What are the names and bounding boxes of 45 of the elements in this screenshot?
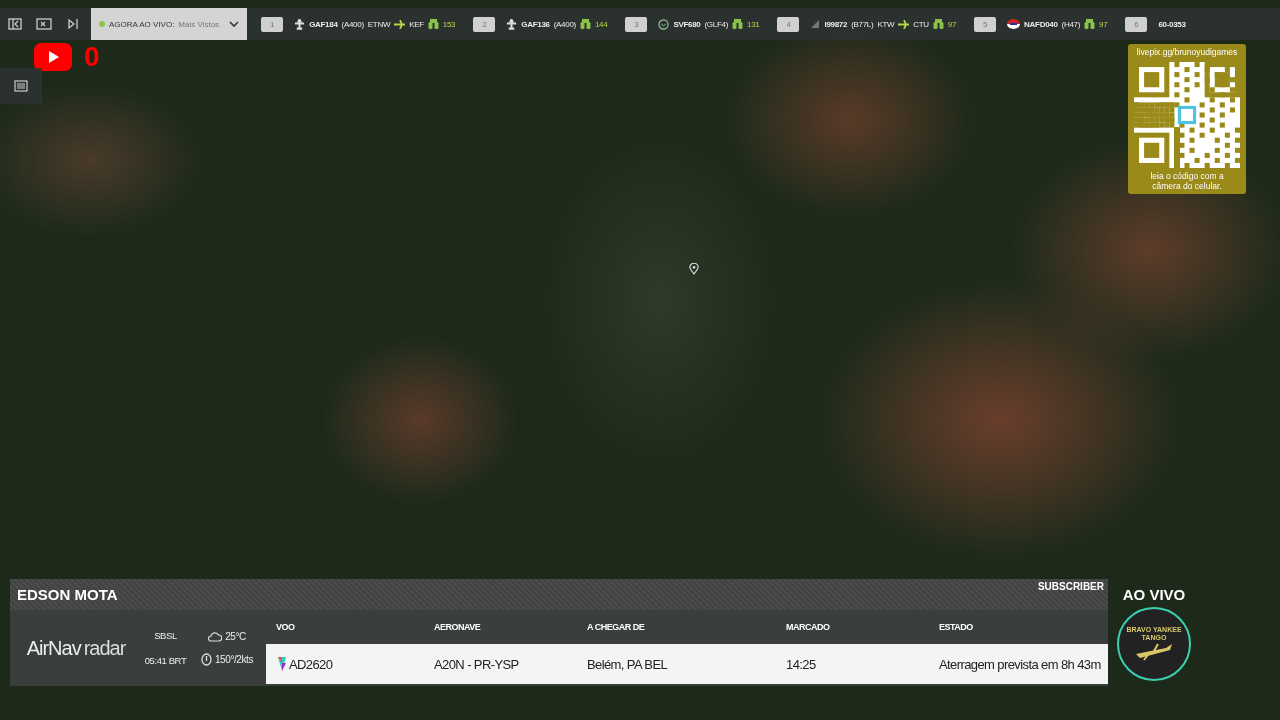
binoculars-icon <box>1084 19 1096 29</box>
binoculars-icon <box>732 19 744 29</box>
plane-icon <box>506 18 518 30</box>
airline-logo-icon <box>278 657 286 671</box>
airnav-logo: AirNavradar <box>25 635 127 661</box>
column-header: ESTADO <box>938 622 974 632</box>
qr-caption: leia o código com a câmera do celular. <box>1149 172 1225 191</box>
chevron-down-icon <box>229 20 240 28</box>
youtube-icon <box>34 43 72 71</box>
qr-url: livepix.gg/brunoyudigames <box>1136 47 1238 57</box>
table-cell-text: Belém, PA BEL <box>586 656 669 672</box>
wind-reading: 150°/2kts <box>214 654 254 665</box>
flight-tab[interactable]: 2 GAF136 (A400) 144 <box>473 16 608 32</box>
cloud-icon <box>208 630 223 642</box>
flight-tab[interactable]: 4 I99872 (B77L) KTW CTU 97 <box>777 16 957 32</box>
plane-arrow-icon <box>898 19 910 29</box>
flag-icon <box>1007 19 1021 29</box>
map-pin-icon <box>689 263 699 275</box>
binoculars-icon <box>932 19 944 29</box>
binoculars-icon <box>579 19 591 29</box>
table-cell-text: A20N - PR-YSP <box>433 656 520 672</box>
streamer-name: EDSON MOTA <box>17 586 118 603</box>
flight-tab[interactable]: 6 60-0353 <box>1125 16 1186 32</box>
table-cell-text: 14:25 <box>785 656 817 672</box>
table-cell-text: Aterragem prevista em 8h 43m <box>938 656 1102 672</box>
column-header: VOO <box>275 622 296 632</box>
airport-code: SBSL <box>154 630 177 641</box>
column-header: A CHEGAR DE <box>586 622 646 632</box>
emblem-icon <box>658 18 670 30</box>
live-label: AO VIVO <box>1122 586 1186 603</box>
subscriber-label: SUBSCRIBER <box>1037 581 1104 592</box>
plane-arrow-icon <box>394 19 406 29</box>
plane-icon <box>294 18 306 30</box>
column-header: MARCADO <box>785 622 831 632</box>
binoculars-icon <box>427 19 439 29</box>
flight-tab[interactable]: 3 SVF680 (GLF4) 131 <box>625 16 760 32</box>
temperature: 25°C <box>225 630 246 642</box>
table-cell: AD2620 <box>289 656 333 672</box>
local-time: 05:41 BRT <box>144 655 187 666</box>
column-header: AERONAVE <box>433 622 482 632</box>
flight-tab[interactable]: 5 NAFD040 (H47) 97 <box>974 16 1108 32</box>
live-dropdown[interactable]: AGORA AO VIVO: Mais Vistos <box>91 8 248 40</box>
flight-tab[interactable]: 1 GAF184 (A400) ETNW KEF 153 <box>261 16 456 32</box>
panel-toggle-icon[interactable] <box>0 68 42 104</box>
subscriber-count: 0 <box>84 43 100 71</box>
